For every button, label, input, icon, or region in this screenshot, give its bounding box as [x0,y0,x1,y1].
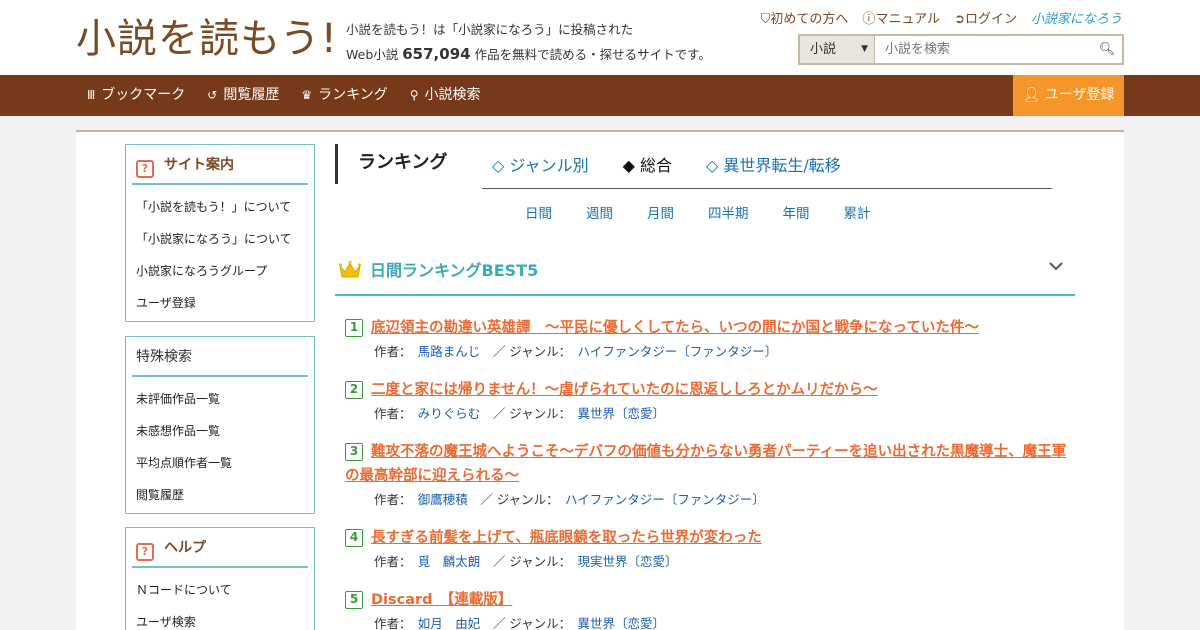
ranking-entry: 1 底辺領主の勘違い英雄譚 ～平民に優しくしてたら、いつの間にか国と戦争になってい… [345,316,1070,363]
bookmark-icon: Ⅲ [87,88,96,102]
tab-divider [482,188,1052,189]
entry-meta: 作者： みりぐらむ ／ ジャンル： 異世界〔恋愛〕 [374,406,665,421]
author-link[interactable]: みりぐらむ [418,406,481,421]
nav-search[interactable]: ⚲ 小説検索 [410,75,481,116]
best5-title: 日間ランキングBEST5 [370,261,539,280]
shield-icon: ⛉ [760,12,771,27]
ranking-tabs: ◇ ジャンル別 ◆ 総合 ◇ 異世界転生/転移 [492,152,841,176]
genre-link[interactable]: 異世界〔恋愛〕 [577,406,665,421]
signup-button[interactable]: 👤︎ ユーザ登録 [1013,75,1124,116]
magnifier-icon: ⚲ [409,88,419,102]
sidebar-guide: ? サイト案内 「小説を読もう！」について 「小説家になろう」について 小説家にな… [125,144,315,322]
question-mark-icon: ? [136,543,154,561]
tab-genre[interactable]: ◇ ジャンル別 [492,152,589,176]
tagline-suffix: 作品を無料で読める・探せるサイトです。 [474,47,711,62]
search-bar: 小説 ▼ 🔍︎ [798,34,1124,65]
site-logo[interactable]: 小説を読もう! [76,14,338,64]
period-total[interactable]: 累計 [844,202,871,222]
entry-meta: 作者： 覓 麟太朗 ／ ジャンル： 現実世界〔恋愛〕 [374,554,678,569]
nav-ranking[interactable]: ♛ ランキング [301,75,387,116]
main-container: ? サイト案内 「小説を読もう！」について 「小説家になろう」について 小説家にな… [76,130,1124,630]
sidebar-item-about-narou[interactable]: 「小説家になろう」について [136,223,314,255]
history-icon: ↺ [207,88,218,102]
period-monthly[interactable]: 月間 [647,202,674,222]
sidebar-item-about-yomou[interactable]: 「小説を読もう！」について [136,191,314,223]
site-header: 小説を読もう! 小説を読もう！は「小説家になろう」に投稿された Web小説 65… [0,0,1200,75]
genre-link[interactable]: 現実世界〔恋愛〕 [577,554,677,569]
sidebar-item-avg-authors[interactable]: 平均点順作者一覧 [136,447,314,479]
dropdown-arrow-icon: ▼ [861,44,868,54]
main-nav: Ⅲ ブックマーク ↺ 閲覧履歴 ♛ ランキング ⚲ 小説検索 👤︎ ユーザ登録 [0,75,1200,116]
rank-number-badge: 3 [345,443,363,461]
sidebar-special-heading: 特殊検索 [132,337,308,377]
rank-number-badge: 4 [345,529,363,547]
tagline-prefix: Web小説 [346,47,399,62]
sidebar-help-heading: ? ヘルプ [132,528,308,568]
sidebar-item-group[interactable]: 小説家になろうグループ [136,255,314,287]
rank-number-badge: 5 [345,591,363,609]
sidebar-item-history[interactable]: 閲覧履歴 [136,479,314,511]
period-quarterly[interactable]: 四半期 [708,202,749,222]
best5-header[interactable]: 日間ランキングBEST5 [335,252,1075,296]
login-icon: ➲ [954,12,965,27]
entry-title-link[interactable]: 4 長すぎる前髪を上げて、瓶底眼鏡を取ったら世界が変わった [345,526,1070,550]
period-yearly[interactable]: 年間 [783,202,810,222]
work-count: 657,094 [402,45,471,63]
entry-title-link[interactable]: 2 二度と家には帰りません！～虐げられていたのに恩返ししろとかムリだから～ [345,378,1070,402]
nav-history[interactable]: ↺ 閲覧履歴 [207,75,279,116]
user-icon: 👤︎ [1022,87,1045,103]
entry-meta: 作者： 御鷹穂積 ／ ジャンル： ハイファンタジー〔ファンタジー〕 [374,492,765,507]
genre-link[interactable]: 異世界〔恋愛〕 [577,616,665,630]
author-link[interactable]: 御鷹穂積 [418,492,468,507]
rank-number-badge: 1 [345,319,363,337]
sidebar-help: ? ヘルプ Ｎコードについて ユーザ検索 [125,527,315,630]
ranking-title: ランキング [335,144,447,184]
genre-link[interactable]: ハイファンタジー〔ファンタジー〕 [565,492,765,507]
login-link[interactable]: ➲ログイン [954,8,1017,27]
ranking-entry: 5 Discard 【連載版】 作者： 如月 由妃 ／ ジャンル： 異世界〔恋愛〕 [345,588,1070,630]
ranking-entry: 4 長すぎる前髪を上げて、瓶底眼鏡を取ったら世界が変わった 作者： 覓 麟太朗 ／… [345,526,1070,573]
entry-title-link[interactable]: 3 難攻不落の魔王城へようこそ～デバフの価値も分からない勇者パーティーを追い出され… [345,440,1070,488]
tagline-line1: 小説を読もう！は「小説家になろう」に投稿された [346,22,634,37]
period-weekly[interactable]: 週間 [586,202,613,222]
question-icon: ⓘ [862,12,876,27]
period-tabs: 日間 週間 月間 四半期 年間 累計 [525,202,871,222]
ranking-entry: 3 難攻不落の魔王城へようこそ～デバフの価値も分からない勇者パーティーを追い出され… [345,440,1070,511]
manual-link[interactable]: ⓘマニュアル [862,8,940,27]
entry-title-link[interactable]: 1 底辺領主の勘違い英雄譚 ～平民に優しくしてたら、いつの間にか国と戦争になってい… [345,316,1070,340]
chevron-down-icon[interactable] [1049,259,1063,275]
entry-meta: 作者： 馬路まんじ ／ ジャンル： ハイファンタジー〔ファンタジー〕 [374,344,778,359]
crown-icon [338,260,362,284]
tab-isekai[interactable]: ◇ 異世界転生/転移 [706,152,841,176]
genre-link[interactable]: ハイファンタジー〔ファンタジー〕 [577,344,777,359]
tab-overall[interactable]: ◆ 総合 [623,152,672,176]
entry-meta: 作者： 如月 由妃 ／ ジャンル： 異世界〔恋愛〕 [374,616,665,630]
sidebar-special-search: 特殊検索 未評価作品一覧 未感想作品一覧 平均点順作者一覧 閲覧履歴 [125,336,315,514]
sidebar-item-user-search[interactable]: ユーザ検索 [136,606,314,630]
search-icon: 🔍︎ [1098,42,1116,57]
crown-icon: ♛ [301,88,313,102]
top-links: ⛉初めての方へ ⓘマニュアル ➲ログイン 小説家になろう [761,8,1122,27]
sidebar-item-ncode[interactable]: Ｎコードについて [136,574,314,606]
rank-number-badge: 2 [345,381,363,399]
ranking-entry: 2 二度と家には帰りません！～虐げられていたのに恩返ししろとかムリだから～ 作者：… [345,378,1070,425]
sidebar-guide-heading: ? サイト案内 [132,145,308,185]
narou-brand-link[interactable]: 小説家になろう [1031,8,1122,27]
search-button[interactable]: 🔍︎ [1092,36,1122,63]
sidebar-item-signup[interactable]: ユーザ登録 [136,287,314,319]
entry-title-link[interactable]: 5 Discard 【連載版】 [345,588,1070,612]
author-link[interactable]: 馬路まんじ [418,344,481,359]
search-category-select[interactable]: 小説 ▼ [800,36,875,63]
sidebar-item-unrated[interactable]: 未評価作品一覧 [136,383,314,415]
sidebar-item-no-review[interactable]: 未感想作品一覧 [136,415,314,447]
search-input[interactable] [875,36,1092,63]
author-link[interactable]: 覓 麟太朗 [418,554,481,569]
beginner-link[interactable]: ⛉初めての方へ [761,8,849,27]
site-tagline: 小説を読もう！は「小説家になろう」に投稿された Web小説 657,094 作品… [346,18,711,67]
period-daily[interactable]: 日間 [525,202,552,222]
question-mark-icon: ? [136,160,154,178]
nav-bookmark[interactable]: Ⅲ ブックマーク [87,75,185,116]
author-link[interactable]: 如月 由妃 [418,616,481,630]
